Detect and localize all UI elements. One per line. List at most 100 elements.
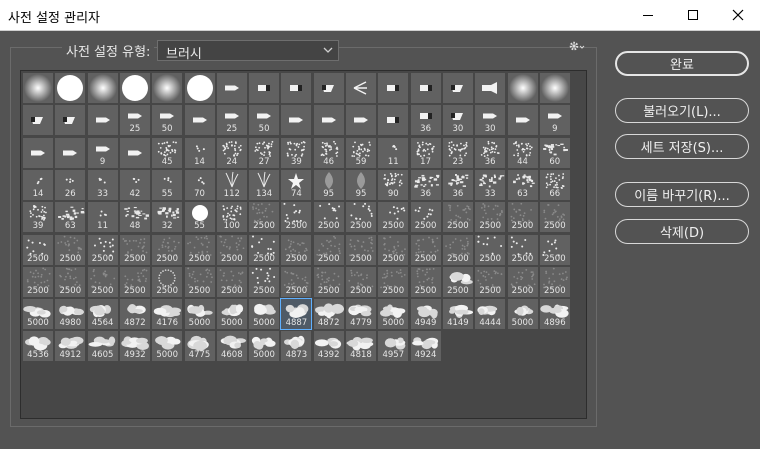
brush-preset-thumbnail[interactable] <box>281 73 312 103</box>
brush-preset-thumbnail[interactable] <box>184 73 215 103</box>
brush-preset-thumbnail[interactable]: 2500 <box>216 234 247 265</box>
preset-type-select[interactable]: 브러시 <box>157 40 339 62</box>
brush-preset-thumbnail[interactable]: 2500 <box>410 234 441 265</box>
brush-preset-thumbnail[interactable]: 23 <box>442 137 473 168</box>
brush-preset-thumbnail[interactable]: 2500 <box>313 234 344 265</box>
brush-preset-thumbnail[interactable]: 100 <box>216 202 247 233</box>
brush-preset-thumbnail[interactable] <box>184 105 215 136</box>
brush-preset-thumbnail[interactable]: 4779 <box>346 299 376 330</box>
brush-preset-thumbnail[interactable]: 90 <box>378 169 409 200</box>
brush-preset-thumbnail[interactable]: 4873 <box>281 331 312 362</box>
brush-preset-thumbnail[interactable]: 2500 <box>346 266 376 297</box>
brush-preset-thumbnail[interactable]: 112 <box>216 169 247 200</box>
brush-preset-thumbnail[interactable] <box>378 73 409 103</box>
brush-preset-thumbnail[interactable]: 4949 <box>410 299 441 330</box>
brush-preset-thumbnail[interactable]: 2500 <box>23 266 53 297</box>
brush-preset-thumbnail[interactable]: 2500 <box>507 234 538 265</box>
brush-preset-thumbnail[interactable]: 63 <box>507 169 538 200</box>
brush-preset-thumbnail[interactable]: 14 <box>184 137 215 168</box>
brush-preset-thumbnail[interactable] <box>313 105 344 136</box>
brush-preset-thumbnail[interactable]: 44 <box>507 137 538 168</box>
brush-preset-thumbnail[interactable]: 50 <box>249 105 280 136</box>
brush-preset-thumbnail[interactable]: 2500 <box>507 266 538 297</box>
brush-preset-thumbnail[interactable]: 4444 <box>475 299 506 330</box>
brush-preset-thumbnail[interactable]: 63 <box>55 202 86 233</box>
rename-button[interactable]: 이름 바꾸기(R)... <box>615 182 749 207</box>
brush-preset-thumbnail[interactable]: 2500 <box>281 266 312 297</box>
brush-preset-thumbnail[interactable]: 2500 <box>378 234 409 265</box>
brush-preset-thumbnail[interactable] <box>23 73 53 103</box>
brush-preset-thumbnail[interactable]: 39 <box>281 137 312 168</box>
brush-preset-thumbnail[interactable]: 9 <box>87 137 118 168</box>
brush-preset-thumbnail[interactable]: 66 <box>539 169 570 200</box>
brush-preset-thumbnail[interactable]: 33 <box>475 169 506 200</box>
brush-preset-thumbnail[interactable]: 2500 <box>55 266 86 297</box>
brush-preset-thumbnail[interactable]: 2500 <box>475 266 506 297</box>
brush-preset-thumbnail[interactable] <box>23 105 53 136</box>
brush-preset-thumbnail[interactable] <box>152 73 183 103</box>
brush-preset-thumbnail[interactable]: 2500 <box>184 266 215 297</box>
brush-preset-thumbnail[interactable]: 4872 <box>313 299 344 330</box>
brush-preset-thumbnail[interactable]: 25 <box>119 105 150 136</box>
brush-preset-thumbnail[interactable] <box>249 73 280 103</box>
brush-preset-thumbnail[interactable]: 55 <box>184 202 215 233</box>
brush-preset-thumbnail[interactable]: 2500 <box>87 266 118 297</box>
brush-preset-thumbnail[interactable]: 2500 <box>119 266 150 297</box>
brush-preset-thumbnail[interactable]: 11 <box>378 137 409 168</box>
brush-preset-thumbnail[interactable]: 4564 <box>87 299 118 330</box>
brush-preset-thumbnail[interactable] <box>378 105 409 136</box>
brush-preset-thumbnail[interactable]: 55 <box>152 169 183 200</box>
brush-preset-thumbnail[interactable]: 5000 <box>507 299 538 330</box>
brush-preset-thumbnail[interactable]: 2500 <box>249 202 280 233</box>
brush-preset-thumbnail[interactable]: 5000 <box>152 331 183 362</box>
brush-preset-thumbnail[interactable]: 4912 <box>55 331 86 362</box>
brush-preset-thumbnail[interactable]: 4775 <box>184 331 215 362</box>
brush-preset-thumbnail[interactable]: 2500 <box>249 234 280 265</box>
brush-preset-thumbnail[interactable]: 4896 <box>539 299 570 330</box>
brush-preset-thumbnail[interactable]: 4818 <box>346 331 376 362</box>
brush-preset-thumbnail[interactable]: 2500 <box>539 266 570 297</box>
brush-preset-thumbnail[interactable]: 48 <box>119 202 150 233</box>
done-button[interactable]: 완료 <box>615 51 749 76</box>
brush-preset-thumbnail[interactable]: 4924 <box>410 331 441 362</box>
brush-preset-thumbnail[interactable]: 5000 <box>378 299 409 330</box>
brush-preset-thumbnail[interactable]: 95 <box>313 169 344 200</box>
brush-preset-thumbnail[interactable] <box>346 105 376 136</box>
brush-preset-thumbnail[interactable]: 2500 <box>539 234 570 265</box>
brush-preset-thumbnail[interactable] <box>55 137 86 168</box>
brush-preset-thumbnail[interactable]: 30 <box>475 105 506 136</box>
brush-preset-thumbnail[interactable]: 2500 <box>184 234 215 265</box>
brush-preset-thumbnail[interactable]: 4176 <box>152 299 183 330</box>
brush-preset-thumbnail[interactable]: 2500 <box>152 234 183 265</box>
brush-preset-thumbnail[interactable] <box>55 105 86 136</box>
brush-preset-thumbnail[interactable] <box>539 73 570 103</box>
brush-preset-thumbnail[interactable]: 2500 <box>539 202 570 233</box>
minimize-button[interactable] <box>625 0 670 30</box>
brush-preset-thumbnail[interactable]: 2500 <box>23 234 53 265</box>
brush-preset-thumbnail[interactable]: 2500 <box>346 234 376 265</box>
brush-preset-thumbnail[interactable]: 25 <box>216 105 247 136</box>
brush-preset-thumbnail[interactable]: 4536 <box>23 331 53 362</box>
brush-preset-thumbnail[interactable]: 70 <box>184 169 215 200</box>
delete-button[interactable]: 삭제(D) <box>615 219 749 244</box>
brush-preset-thumbnail[interactable]: 4605 <box>87 331 118 362</box>
brush-preset-thumbnail[interactable]: 2500 <box>475 202 506 233</box>
brush-preset-thumbnail[interactable]: 2500 <box>249 266 280 297</box>
brush-preset-thumbnail[interactable]: 59 <box>346 137 376 168</box>
brush-preset-thumbnail[interactable] <box>23 137 53 168</box>
brush-preset-thumbnail[interactable]: 2500 <box>475 234 506 265</box>
brush-preset-thumbnail[interactable]: 36 <box>410 169 441 200</box>
brush-preset-thumbnail[interactable]: 39 <box>23 202 53 233</box>
brush-preset-thumbnail[interactable]: 4957 <box>378 331 409 362</box>
brush-preset-thumbnail[interactable]: 2500 <box>119 234 150 265</box>
brush-preset-thumbnail[interactable]: 2500 <box>410 202 441 233</box>
brush-preset-thumbnail[interactable] <box>442 73 473 103</box>
brush-preset-thumbnail[interactable]: 42 <box>119 169 150 200</box>
brush-preset-thumbnail[interactable]: 45 <box>152 137 183 168</box>
brush-preset-thumbnail[interactable]: 4980 <box>55 299 86 330</box>
brush-preset-thumbnail[interactable]: 4392 <box>313 331 344 362</box>
brush-preset-thumbnail[interactable]: 2500 <box>152 266 183 297</box>
brush-preset-thumbnail[interactable]: 2500 <box>313 202 344 233</box>
brush-preset-thumbnail[interactable] <box>55 73 86 103</box>
brush-preset-thumbnail[interactable]: 46 <box>313 137 344 168</box>
